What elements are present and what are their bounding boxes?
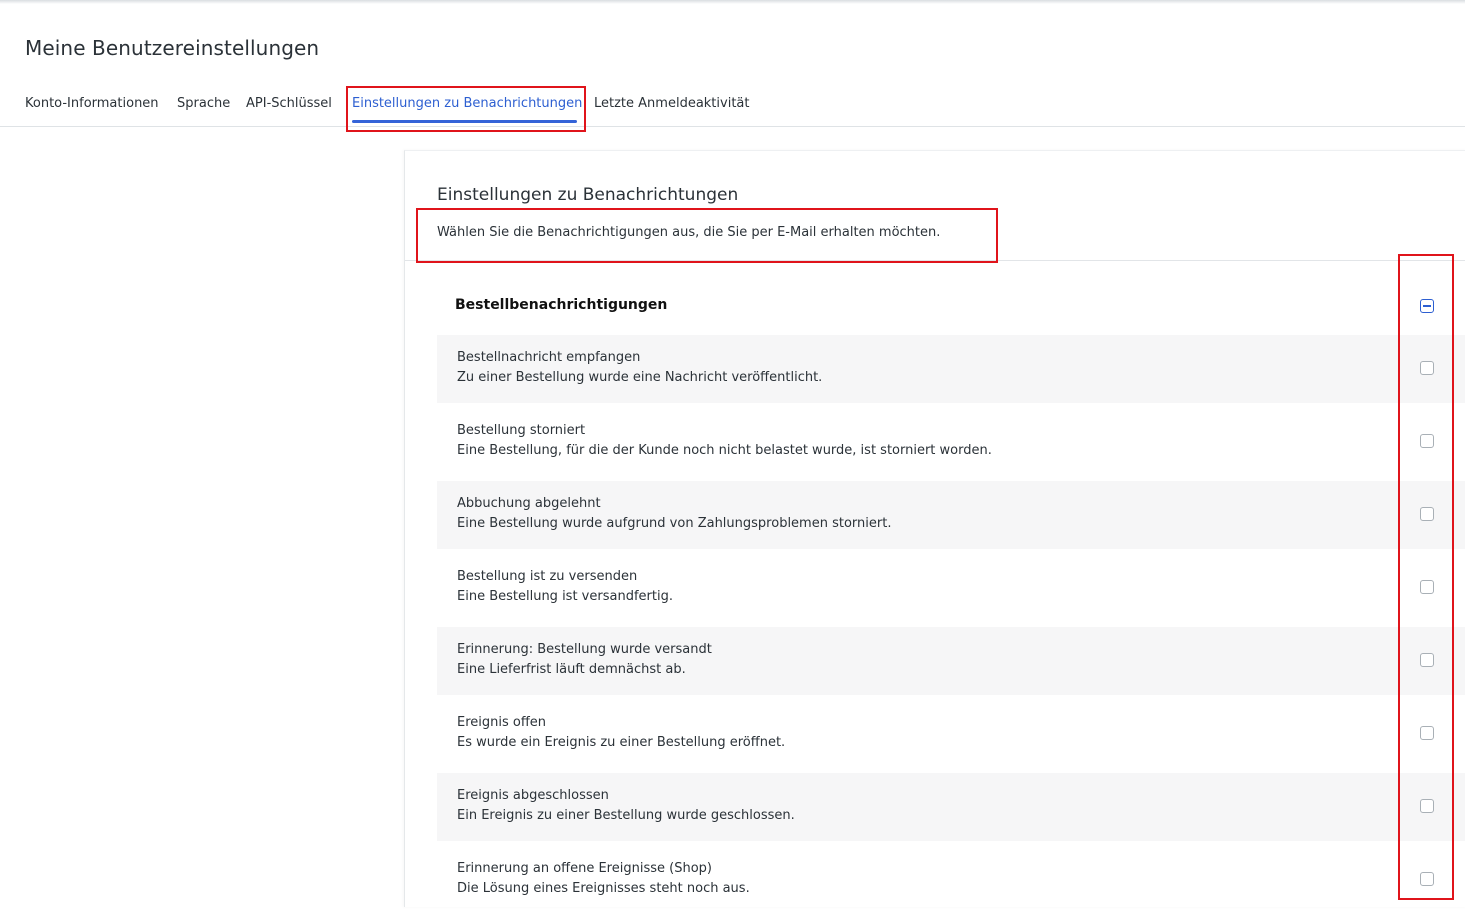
- tab-bar: Konto-Informationen Sprache API-Schlüsse…: [0, 88, 1465, 127]
- item-checkbox[interactable]: [1420, 872, 1434, 886]
- item-title: Ereignis offen: [457, 715, 547, 730]
- item-title: Erinnerung an offene Ereignisse (Shop): [457, 861, 712, 876]
- tab-benachrichtigungen[interactable]: Einstellungen zu Benachrichtungen: [352, 96, 582, 111]
- item-checkbox[interactable]: [1420, 361, 1434, 375]
- list-item: Erinnerung: Bestellung wurde versandt Ei…: [437, 627, 1465, 695]
- notification-settings-panel: Einstellungen zu Benachrichtungen Wählen…: [404, 150, 1465, 907]
- item-checkbox[interactable]: [1420, 726, 1434, 740]
- item-description: Eine Bestellung wurde aufgrund von Zahlu…: [457, 516, 892, 531]
- item-checkbox[interactable]: [1420, 653, 1434, 667]
- group-checkbox-indeterminate[interactable]: [1420, 299, 1434, 313]
- active-tab-indicator: [352, 120, 577, 123]
- tab-konto-informationen[interactable]: Konto-Informationen: [25, 96, 159, 111]
- list-item: Ereignis abgeschlossen Ein Ereignis zu e…: [437, 773, 1465, 841]
- item-description: Eine Lieferfrist läuft demnächst ab.: [457, 662, 686, 677]
- item-description: Zu einer Bestellung wurde eine Nachricht…: [457, 370, 823, 385]
- item-title: Erinnerung: Bestellung wurde versandt: [457, 642, 712, 657]
- list-item: Erinnerung an offene Ereignisse (Shop) D…: [437, 846, 1465, 914]
- item-checkbox[interactable]: [1420, 507, 1434, 521]
- item-title: Bestellung storniert: [457, 423, 586, 438]
- item-title: Ereignis abgeschlossen: [457, 788, 609, 803]
- tab-sprache[interactable]: Sprache: [177, 96, 230, 111]
- item-checkbox[interactable]: [1420, 799, 1434, 813]
- item-title: Bestellnachricht empfangen: [457, 350, 641, 365]
- list-item: Bestellung storniert Eine Bestellung, fü…: [437, 408, 1465, 476]
- tab-letzte-anmeldeaktivitaet[interactable]: Letzte Anmeldeaktivität: [594, 96, 750, 111]
- item-description: Es wurde ein Ereignis zu einer Bestellun…: [457, 735, 786, 750]
- notification-list: Bestellnachricht empfangen Zu einer Best…: [437, 335, 1465, 919]
- item-title: Bestellung ist zu versenden: [457, 569, 638, 584]
- top-shadow: [0, 0, 1465, 4]
- page-title: Meine Benutzereinstellungen: [25, 36, 320, 60]
- panel-description: Wählen Sie die Benachrichtigungen aus, d…: [437, 225, 941, 240]
- list-item: Abbuchung abgelehnt Eine Bestellung wurd…: [437, 481, 1465, 549]
- divider: [405, 260, 1465, 261]
- tab-api-schluessel[interactable]: API-Schlüssel: [246, 96, 332, 111]
- list-item: Ereignis offen Es wurde ein Ereignis zu …: [437, 700, 1465, 768]
- item-checkbox[interactable]: [1420, 434, 1434, 448]
- item-description: Ein Ereignis zu einer Bestellung wurde g…: [457, 808, 795, 823]
- list-item: Bestellung ist zu versenden Eine Bestell…: [437, 554, 1465, 622]
- item-description: Die Lösung eines Ereignisses steht noch …: [457, 881, 750, 896]
- minus-icon: [1423, 305, 1431, 307]
- list-item: Bestellnachricht empfangen Zu einer Best…: [437, 335, 1465, 403]
- group-title: Bestellbenachrichtigungen: [455, 297, 668, 313]
- item-title: Abbuchung abgelehnt: [457, 496, 601, 511]
- item-description: Eine Bestellung, für die der Kunde noch …: [457, 443, 992, 458]
- item-checkbox[interactable]: [1420, 580, 1434, 594]
- item-description: Eine Bestellung ist versandfertig.: [457, 589, 673, 604]
- panel-title: Einstellungen zu Benachrichtungen: [437, 185, 739, 205]
